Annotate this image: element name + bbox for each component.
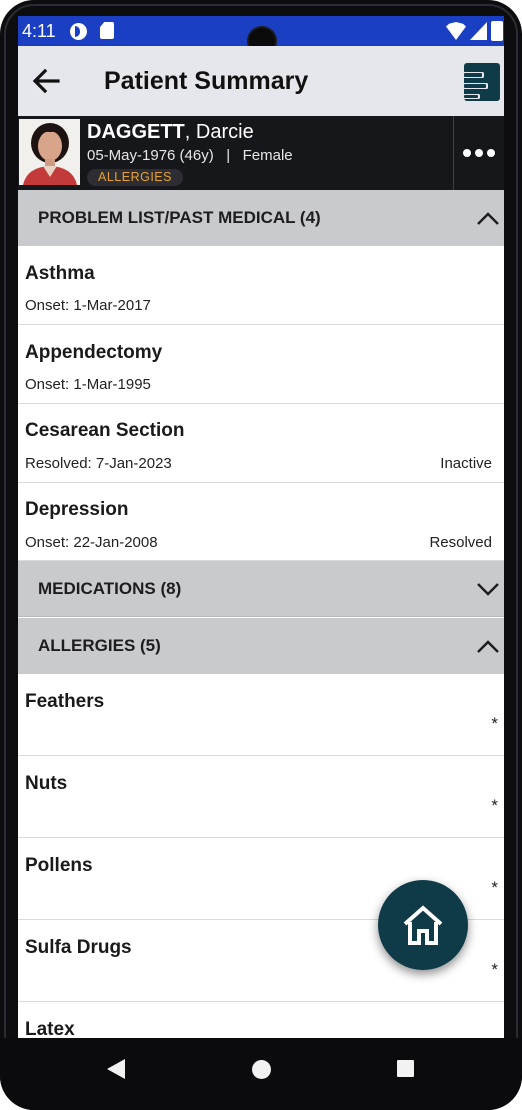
problem-name: Cesarean Section xyxy=(25,420,185,441)
home-button[interactable] xyxy=(378,880,468,970)
problem-name: Depression xyxy=(25,499,129,520)
list-item[interactable]: Appendectomy Onset: 1-Mar-1995 xyxy=(18,325,504,404)
status-time: 4:11 xyxy=(22,21,56,41)
section-header-problem-list[interactable]: PROBLEM LIST/PAST MEDICAL (4) xyxy=(18,190,504,246)
list-item[interactable]: Nuts * xyxy=(18,756,504,838)
list-item[interactable]: Feathers * xyxy=(18,674,504,756)
list-item[interactable]: Asthma Onset: 1-Mar-2017 xyxy=(18,246,504,325)
app-bar: Patient Summary xyxy=(18,46,504,116)
chevron-up-icon xyxy=(477,640,499,653)
allergy-name: Latex xyxy=(25,1019,75,1038)
list-item[interactable]: Depression Onset: 22-Jan-2008 Resolved xyxy=(18,483,504,561)
section-header-medications[interactable]: MEDICATIONS (8) xyxy=(18,561,504,617)
section-title: MEDICATIONS (8) xyxy=(38,579,182,598)
problem-date: Onset: 1-Mar-1995 xyxy=(25,376,151,393)
problem-date: Onset: 1-Mar-2017 xyxy=(25,297,151,314)
arrow-left-icon[interactable] xyxy=(32,68,60,94)
allergy-name: Nuts xyxy=(25,773,68,794)
section-header-allergies[interactable]: ALLERGIES (5) xyxy=(18,618,504,674)
signal-icon xyxy=(470,22,487,40)
allergy-name: Feathers xyxy=(25,691,105,712)
document-list-icon[interactable] xyxy=(458,60,502,104)
allergy-name: Pollens xyxy=(25,855,93,876)
nav-recents-icon[interactable] xyxy=(397,1060,414,1077)
allergy-marker: * xyxy=(491,714,498,733)
status-badge: Resolved xyxy=(429,534,492,551)
problem-date: Onset: 22-Jan-2008 xyxy=(25,534,158,551)
section-title: PROBLEM LIST/PAST MEDICAL (4) xyxy=(38,208,321,227)
wifi-icon xyxy=(446,22,466,40)
device-frame: 4:11 Patient Summary DAGGETT, Darcie 05-… xyxy=(0,0,522,1110)
page-title: Patient Summary xyxy=(104,67,309,95)
data-saver-icon xyxy=(70,23,87,40)
patient-photo xyxy=(19,119,80,185)
list-item[interactable]: Cesarean Section Resolved: 7-Jan-2023 In… xyxy=(18,404,504,483)
problem-date: Resolved: 7-Jan-2023 xyxy=(25,455,172,472)
chevron-down-icon xyxy=(477,583,499,596)
home-icon xyxy=(403,905,443,945)
status-badge: Inactive xyxy=(440,455,492,472)
allergies-badge[interactable]: ALLERGIES xyxy=(87,169,183,186)
battery-icon xyxy=(491,21,503,41)
more-horizontal-icon xyxy=(487,149,495,157)
allergy-marker: * xyxy=(491,878,498,897)
more-options-button[interactable] xyxy=(454,116,504,190)
allergy-marker: * xyxy=(491,796,498,815)
sim-card-icon xyxy=(100,22,114,39)
nav-home-icon[interactable] xyxy=(252,1060,271,1079)
patient-first-name: , Darcie xyxy=(184,121,254,143)
list-item[interactable]: Latex xyxy=(18,1002,504,1038)
problem-name: Appendectomy xyxy=(25,342,163,363)
allergy-name: Sulfa Drugs xyxy=(25,937,132,958)
nav-back-icon[interactable] xyxy=(107,1059,125,1079)
more-horizontal-icon xyxy=(475,149,483,157)
patient-banner[interactable]: DAGGETT, Darcie 05-May-1976 (46y) | Fema… xyxy=(18,116,504,190)
patient-avatar xyxy=(19,119,80,185)
more-horizontal-icon xyxy=(463,149,471,157)
system-nav-bar xyxy=(0,1038,522,1110)
chevron-up-icon xyxy=(477,212,499,225)
patient-name: DAGGETT, Darcie xyxy=(87,121,254,144)
patient-demographics: 05-May-1976 (46y) | Female xyxy=(87,147,293,164)
problem-name: Asthma xyxy=(25,263,95,284)
section-title: ALLERGIES (5) xyxy=(38,636,161,655)
allergy-marker: * xyxy=(491,960,498,979)
patient-last-name: DAGGETT xyxy=(87,121,185,143)
